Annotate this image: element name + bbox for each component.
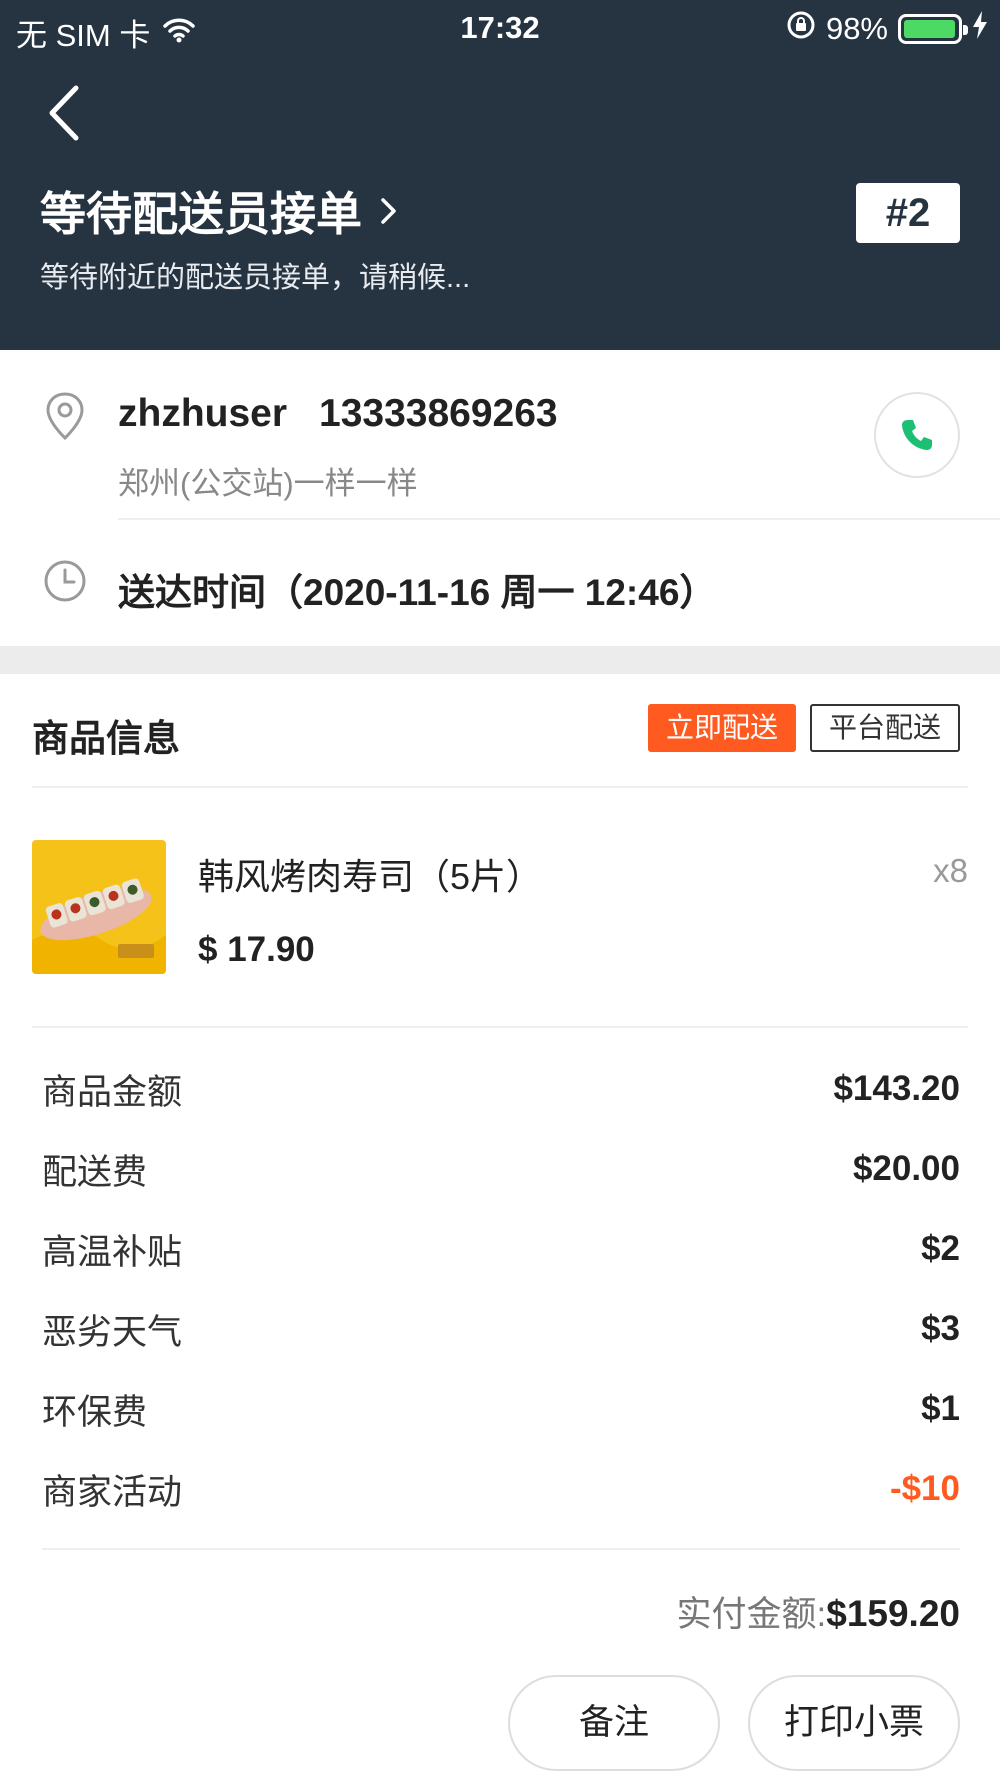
platform-delivery-tag: 平台配送 [810, 704, 960, 752]
divider [118, 518, 1000, 520]
fee-row-heat-subsidy: 高温补贴 $2 [42, 1224, 960, 1274]
print-receipt-button[interactable]: 打印小票 [748, 1675, 960, 1771]
fee-value: $2 [921, 1229, 960, 1268]
chevron-right-icon [381, 198, 396, 224]
fee-value: $3 [921, 1309, 960, 1348]
fee-label: 恶劣天气 [42, 1312, 183, 1352]
fee-value: $20.00 [852, 1149, 960, 1188]
product-name: 韩风烤肉寿司（5片） [198, 856, 543, 897]
fee-row-eco-fee: 环保费 $1 [42, 1384, 960, 1434]
order-status-subtitle: 等待附近的配送员接单，请稍候... [40, 262, 471, 294]
fee-label: 商品金额 [42, 1072, 183, 1112]
fee-label: 环保费 [42, 1392, 148, 1432]
order-status-title[interactable]: 等待配送员接单 [40, 178, 400, 244]
fee-row-delivery-fee: 配送费 $20.00 [42, 1144, 960, 1194]
battery-icon [898, 14, 968, 44]
section-separator [0, 646, 1000, 674]
back-button[interactable] [40, 78, 100, 148]
fee-row-goods-amount: 商品金额 $143.20 [42, 1064, 960, 1114]
status-bar: 无 SIM 卡 17:32 98% [0, 0, 1000, 56]
order-status-text: 等待配送员接单 [40, 188, 362, 240]
total-paid: 实付金额: $159.20 [677, 1586, 960, 1637]
product-image [32, 840, 166, 974]
customer-phone: 13333869263 [319, 392, 558, 435]
status-right: 98% [786, 10, 988, 48]
total-label: 实付金额: [676, 1595, 827, 1634]
divider [32, 786, 968, 788]
product-quantity: x8 [933, 852, 968, 889]
fee-value: $1 [921, 1389, 960, 1428]
fee-value: -$10 [889, 1469, 960, 1508]
customer-name: zhzhuser [118, 392, 288, 435]
order-number-badge: #2 [856, 183, 960, 243]
divider [42, 1548, 960, 1550]
phone-icon [902, 420, 932, 450]
location-pin-icon [42, 390, 88, 447]
fee-row-bad-weather: 恶劣天气 $3 [42, 1304, 960, 1354]
product-price: $ 17.90 [198, 930, 315, 969]
note-button[interactable]: 备注 [508, 1675, 720, 1771]
battery-fill [904, 20, 955, 38]
order-status-header: 无 SIM 卡 17:32 98% 等待配送员接单 等待附近的配送员接单，请稍候… [0, 0, 1000, 350]
chevron-left-icon [49, 85, 79, 141]
delivery-time: 送达时间（2020-11-16 周一 12:46） [118, 572, 717, 613]
fee-label: 配送费 [42, 1152, 148, 1192]
instant-delivery-tag: 立即配送 [648, 704, 796, 752]
rotation-lock-icon [786, 10, 816, 48]
fee-row-merchant-promo: 商家活动 -$10 [42, 1464, 960, 1514]
battery-percent: 98% [825, 11, 888, 46]
customer-contact: zhzhuser 13333869263 [118, 392, 558, 436]
clock-icon [42, 558, 88, 609]
total-value: $159.20 [826, 1593, 960, 1634]
call-button[interactable] [874, 392, 960, 478]
charging-icon [972, 11, 988, 47]
fee-label: 高温补贴 [42, 1232, 183, 1272]
divider [32, 1026, 968, 1028]
goods-section-title: 商品信息 [32, 718, 180, 759]
fee-label: 商家活动 [42, 1472, 183, 1512]
fee-value: $143.20 [833, 1069, 960, 1108]
delivery-address: 郑州(公交站)一样一样 [118, 466, 418, 501]
